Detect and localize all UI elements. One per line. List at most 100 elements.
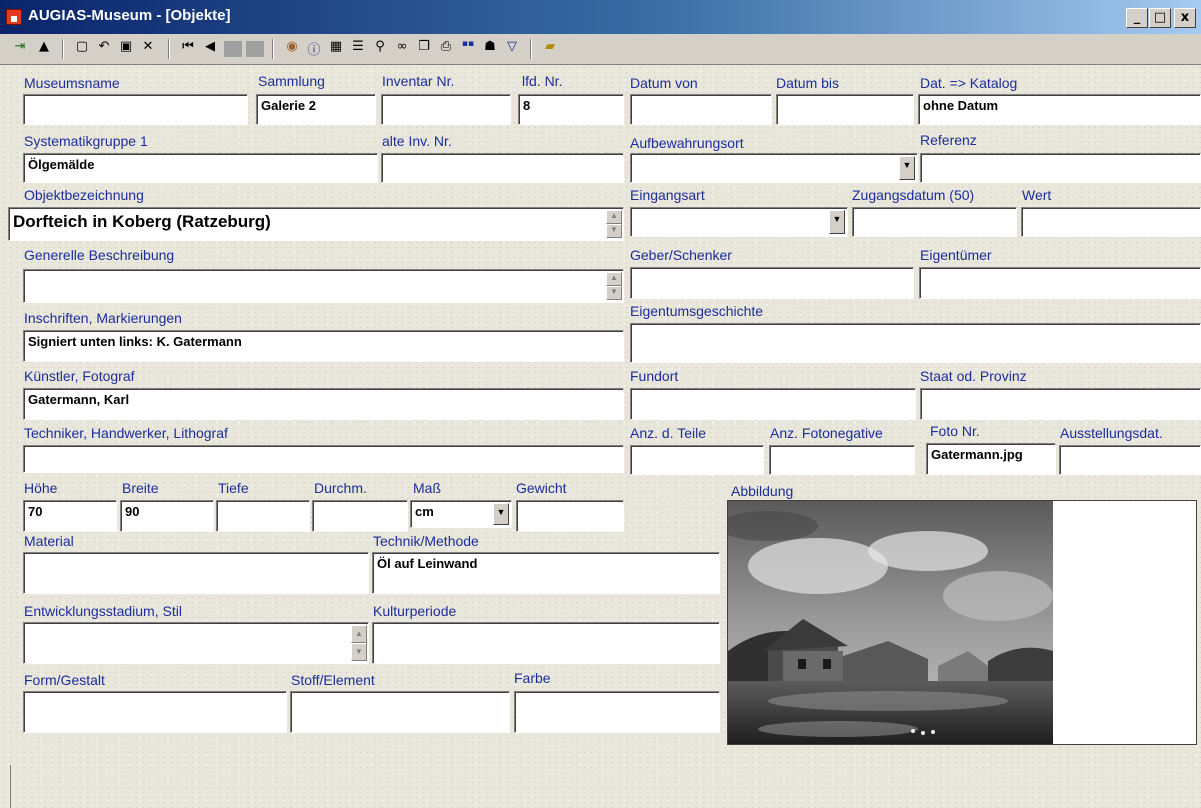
scroll-down-icon[interactable]: ▼ <box>606 286 622 300</box>
previous-record-icon[interactable]: ◀ <box>200 39 220 59</box>
binoculars-icon[interactable]: ∞ <box>392 39 412 59</box>
first-record-icon[interactable]: ⏮ <box>178 39 198 59</box>
minimize-button[interactable]: _ <box>1126 8 1148 28</box>
generelle-beschreibung-label: Generelle Beschreibung <box>24 247 175 263</box>
anz-teile-field[interactable] <box>630 445 764 475</box>
up-arrow-icon[interactable]: ▲ <box>34 39 54 59</box>
abbildung-label: Abbildung <box>731 483 794 499</box>
durchm-field[interactable] <box>312 500 408 532</box>
scroll-up-icon[interactable]: ▲ <box>606 272 622 286</box>
form-gestalt-field[interactable] <box>23 691 287 733</box>
aufbewahrungsort-select[interactable]: ▼ <box>630 153 918 183</box>
filter-icon[interactable]: ▽ <box>502 39 522 59</box>
aufbewahrungsort-label: Aufbewahrungsort <box>630 135 744 151</box>
entwicklungsstadium-field[interactable]: ▲ ▼ <box>23 622 369 664</box>
inschriften-field[interactable]: Signiert unten links: K. Gatermann <box>23 330 624 362</box>
hoehe-field[interactable]: 70 <box>23 500 117 532</box>
scroll-down-icon[interactable]: ▼ <box>606 224 622 238</box>
eigentumsgeschichte-field[interactable] <box>630 323 1201 363</box>
abbildung-image[interactable] <box>727 500 1197 745</box>
copy-icon[interactable]: ❐ <box>414 39 434 59</box>
mass-select[interactable]: cm ▼ <box>410 500 512 528</box>
datum-bis-field[interactable] <box>776 94 914 125</box>
delete-icon[interactable]: ✕ <box>138 39 158 59</box>
image-icon[interactable]: ▦ <box>326 39 346 59</box>
breite-field[interactable]: 90 <box>120 500 214 532</box>
wert-label: Wert <box>1022 187 1052 203</box>
gewicht-field[interactable] <box>516 500 624 532</box>
sammlung-label: Sammlung <box>258 73 325 89</box>
stoff-element-field[interactable] <box>290 691 510 733</box>
techniker-field[interactable] <box>23 445 624 473</box>
technik-label: Technik/Methode <box>373 533 479 549</box>
next-record-icon[interactable] <box>224 41 242 57</box>
lfd-nr-field[interactable]: 8 <box>518 94 624 125</box>
painting-image <box>728 501 1053 744</box>
museumsname-field[interactable] <box>23 94 248 125</box>
wert-field[interactable] <box>1021 207 1201 237</box>
text-icon[interactable]: ▪▪ <box>458 39 478 59</box>
person-icon[interactable]: ☗ <box>480 39 500 59</box>
anz-fotonegative-field[interactable] <box>769 445 915 475</box>
toolbar-separator <box>272 39 274 59</box>
dat-katalog-field[interactable]: ohne Datum <box>918 94 1201 125</box>
new-document-icon[interactable]: ▢ <box>72 39 92 59</box>
foto-nr-field[interactable]: Gatermann.jpg <box>926 443 1056 475</box>
objektbezeichnung-label: Objektbezeichnung <box>24 187 144 203</box>
eingangsart-select[interactable]: ▼ <box>630 207 848 237</box>
last-record-icon[interactable] <box>246 41 264 57</box>
stoff-element-label: Stoff/Element <box>291 672 375 688</box>
dat-katalog-label: Dat. => Katalog <box>920 75 1018 91</box>
folder-icon[interactable]: ▰ <box>540 39 560 59</box>
undo-icon[interactable]: ↶ <box>94 39 114 59</box>
maximize-button[interactable]: □ <box>1149 8 1171 28</box>
sammlung-field[interactable]: Galerie 2 <box>256 94 376 125</box>
farbe-field[interactable] <box>514 691 720 733</box>
chevron-down-icon[interactable]: ▼ <box>493 503 509 525</box>
farbe-label: Farbe <box>514 670 551 686</box>
material-field[interactable] <box>23 552 369 594</box>
save-icon[interactable]: ▣ <box>116 39 136 59</box>
kuenstler-field[interactable]: Gatermann, Karl <box>23 388 624 420</box>
geber-schenker-field[interactable] <box>630 267 914 299</box>
eigentuemer-field[interactable] <box>919 267 1201 299</box>
zugangsdatum-field[interactable] <box>852 207 1017 237</box>
eingangsart-label: Eingangsart <box>630 187 705 203</box>
systematikgruppe-field[interactable]: Ölgemälde <box>23 153 378 183</box>
inventar-nr-field[interactable] <box>381 94 511 125</box>
referenz-field[interactable] <box>920 153 1201 183</box>
print-icon[interactable]: ⎙ <box>436 39 456 59</box>
scroll-down-icon[interactable]: ▼ <box>351 643 367 661</box>
list-icon[interactable]: ☰ <box>348 39 368 59</box>
technik-field[interactable]: Öl auf Leinwand <box>372 552 720 594</box>
inschriften-label: Inschriften, Markierungen <box>24 310 182 326</box>
tiefe-field[interactable] <box>216 500 310 532</box>
datum-bis-label: Datum bis <box>776 75 840 91</box>
alte-inv-nr-field[interactable] <box>381 153 624 183</box>
chevron-down-icon[interactable]: ▼ <box>829 210 845 234</box>
search-icon[interactable]: ⚲ <box>370 39 390 59</box>
tiefe-label: Tiefe <box>218 480 249 496</box>
generelle-beschreibung-field[interactable]: ▲ ▼ <box>23 269 624 303</box>
kuenstler-label: Künstler, Fotograf <box>24 368 135 384</box>
globe-icon[interactable]: ◉ <box>282 39 302 59</box>
kulturperiode-field[interactable] <box>372 622 720 664</box>
close-icon: x <box>1180 10 1190 25</box>
app-icon[interactable] <box>6 9 22 25</box>
eigentumsgeschichte-label: Eigentumsgeschichte <box>630 303 764 319</box>
staat-field[interactable] <box>920 388 1201 420</box>
objektbezeichnung-value: Dorfteich in Koberg (Ratzeburg) <box>13 212 271 231</box>
datum-von-field[interactable] <box>630 94 772 125</box>
toolbar-separator <box>168 39 170 59</box>
chevron-down-icon[interactable]: ▼ <box>899 156 915 180</box>
info-icon[interactable]: ⓘ <box>304 39 324 59</box>
scroll-up-icon[interactable]: ▲ <box>351 625 367 643</box>
ausstellungsdat-label: Ausstellungsdat. <box>1060 425 1163 441</box>
scroll-up-icon[interactable]: ▲ <box>606 210 622 224</box>
fundort-field[interactable] <box>630 388 916 420</box>
close-button[interactable]: x <box>1174 8 1196 28</box>
anz-teile-label: Anz. d. Teile <box>630 425 707 441</box>
objektbezeichnung-field[interactable]: Dorfteich in Koberg (Ratzeburg) ▲ ▼ <box>8 207 624 241</box>
ausstellungsdat-field[interactable] <box>1059 445 1201 475</box>
new-record-icon[interactable]: ⇥ <box>10 39 30 59</box>
